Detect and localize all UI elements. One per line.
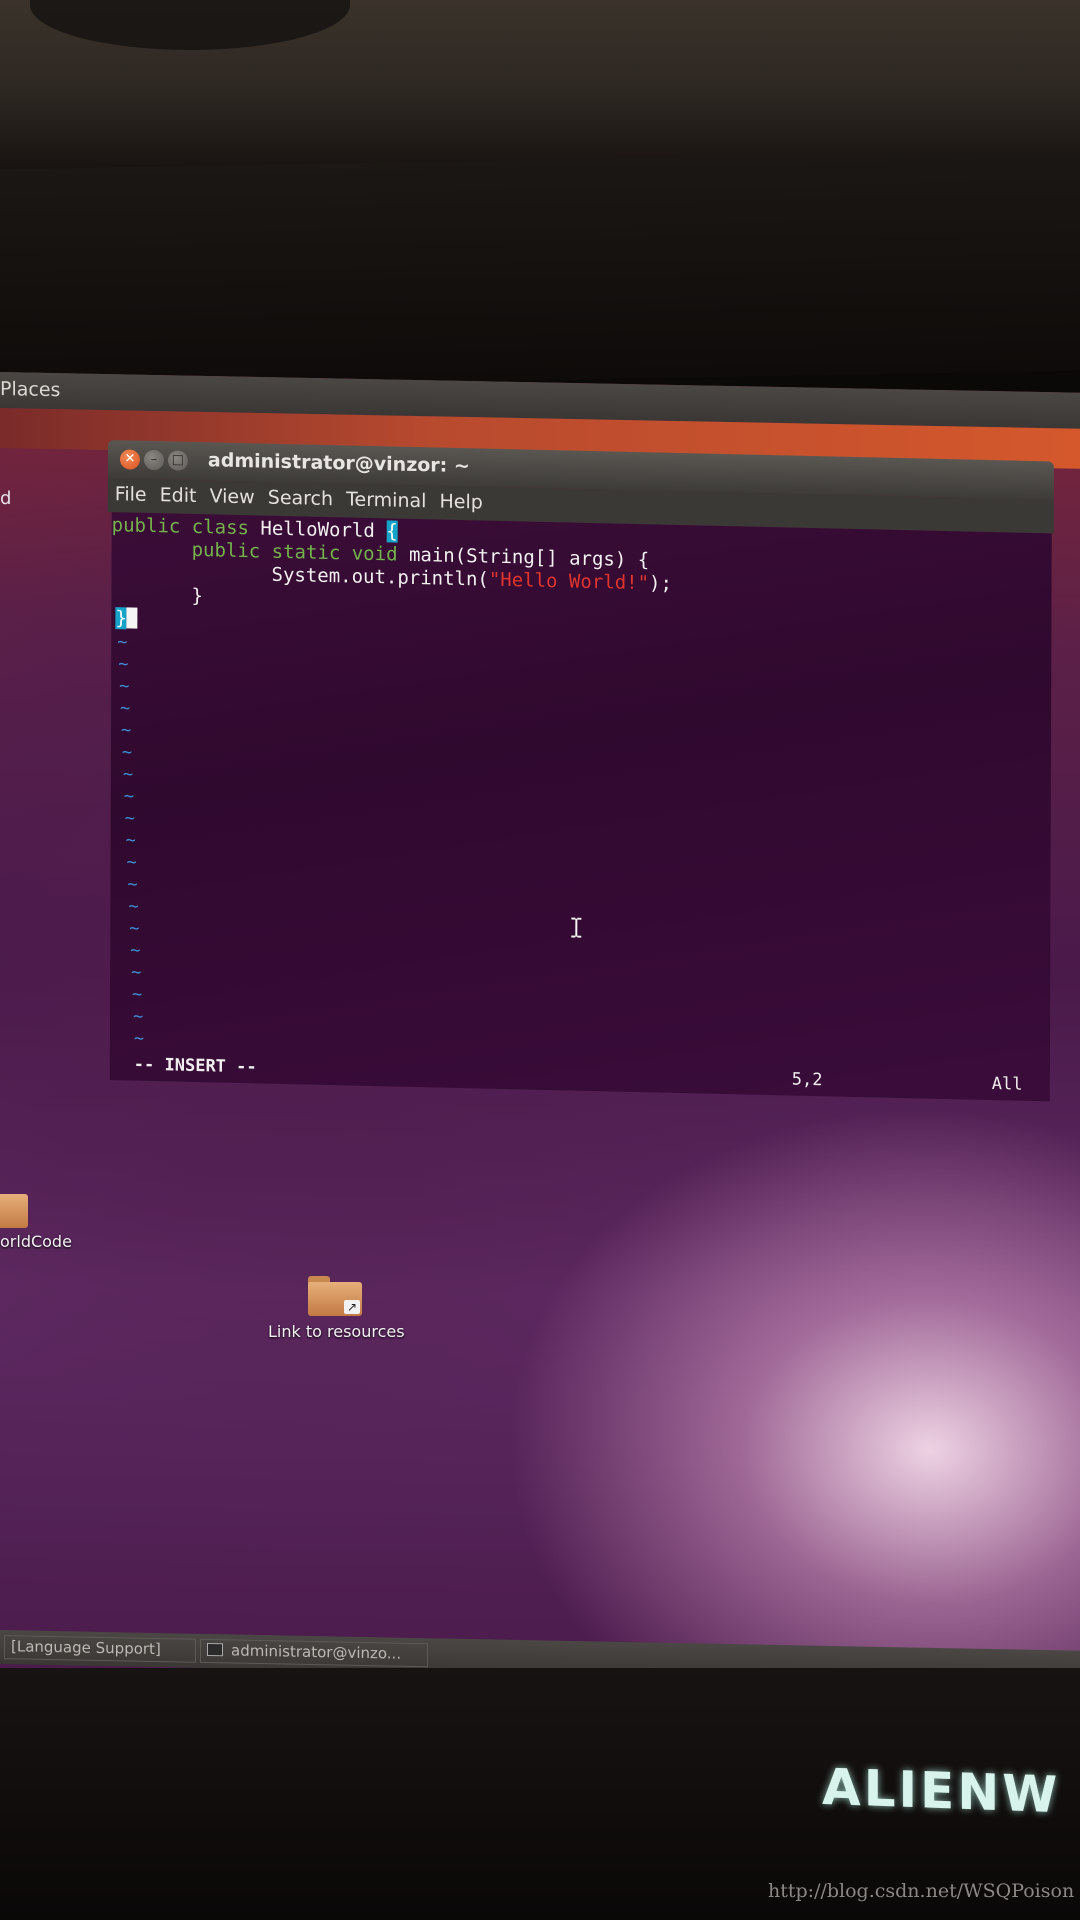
empty-line-tilde: ~ <box>120 720 132 741</box>
desktop-icon-label-worldcode[interactable]: orldCode <box>0 1232 72 1251</box>
empty-line-tilde: ~ <box>125 830 136 851</box>
vim-mode-indicator: -- INSERT -- <box>133 1054 257 1078</box>
string-literal: "Hello World!" <box>488 568 650 595</box>
empty-line-tilde: ~ <box>130 940 141 961</box>
cursor-position: 5,2 <box>791 1069 823 1091</box>
empty-line-tilde: ~ <box>119 676 130 697</box>
desktop-partial-label: d <box>0 488 12 509</box>
shortcut-arrow-icon: ↗ <box>344 1300 360 1314</box>
empty-line-tilde: ~ <box>118 654 129 675</box>
empty-line-tilde: ~ <box>131 962 142 983</box>
terminal-icon <box>207 1642 223 1657</box>
menu-help[interactable]: Help <box>440 486 483 514</box>
empty-line-tilde: ~ <box>120 698 131 719</box>
folder-link-icon[interactable]: ↗ <box>308 1276 362 1316</box>
empty-line-tilde: ~ <box>124 808 135 829</box>
matched-closing-brace: } <box>115 607 127 630</box>
taskbar-item-terminal[interactable]: administrator@vinzo... <box>200 1638 428 1668</box>
empty-line-tilde: ~ <box>128 896 139 917</box>
code-line-1: public class HelloWorld { <box>111 514 398 543</box>
code-line-5: } <box>115 607 138 630</box>
scroll-indicator: All <box>991 1074 1023 1095</box>
code-line-4: } <box>191 584 203 608</box>
matched-brace: { <box>386 520 398 543</box>
terminal-window[interactable]: ✕ – □ administrator@vinzor: ~ File Edit … <box>106 440 1054 1102</box>
vim-editor-area[interactable]: public class HelloWorld { public static … <box>109 512 1052 1102</box>
menu-edit[interactable]: Edit <box>160 479 197 507</box>
empty-line-tilde: ~ <box>132 984 143 1005</box>
menu-file[interactable]: File <box>115 478 147 506</box>
window-title: administrator@vinzor: ~ <box>207 449 470 478</box>
ibeam-cursor-icon <box>571 917 582 938</box>
empty-line-tilde: ~ <box>122 764 134 785</box>
desktop-icon-label-resources[interactable]: Link to resources <box>268 1322 405 1341</box>
empty-line-tilde: ~ <box>123 786 135 807</box>
folder-icon[interactable] <box>0 1188 28 1228</box>
empty-line-tilde: ~ <box>127 874 138 895</box>
menu-search[interactable]: Search <box>268 482 333 510</box>
menu-terminal[interactable]: Terminal <box>346 483 426 512</box>
close-icon[interactable]: ✕ <box>119 449 140 470</box>
room-wall <box>0 0 1080 175</box>
monitor-bezel-top <box>0 150 1080 390</box>
wall-shadow <box>30 0 350 50</box>
watermark: http://blog.csdn.net/WSQPoison <box>768 1880 1075 1902</box>
text-cursor <box>126 607 138 629</box>
maximize-icon[interactable]: □ <box>167 450 188 471</box>
empty-line-tilde: ~ <box>133 1028 145 1049</box>
empty-line-tilde: ~ <box>132 1006 144 1027</box>
monitor-brand-logo: ALIENW <box>822 1757 1061 1825</box>
empty-line-tilde: ~ <box>129 918 140 939</box>
minimize-icon[interactable]: – <box>143 449 164 471</box>
empty-line-tilde: ~ <box>121 742 133 763</box>
places-menu[interactable]: Places <box>0 378 60 401</box>
taskbar-item-language-support[interactable]: [Language Support] <box>4 1635 196 1663</box>
empty-line-tilde: ~ <box>126 852 137 873</box>
menu-view[interactable]: View <box>210 480 255 508</box>
empty-line-tilde: ~ <box>117 632 128 653</box>
